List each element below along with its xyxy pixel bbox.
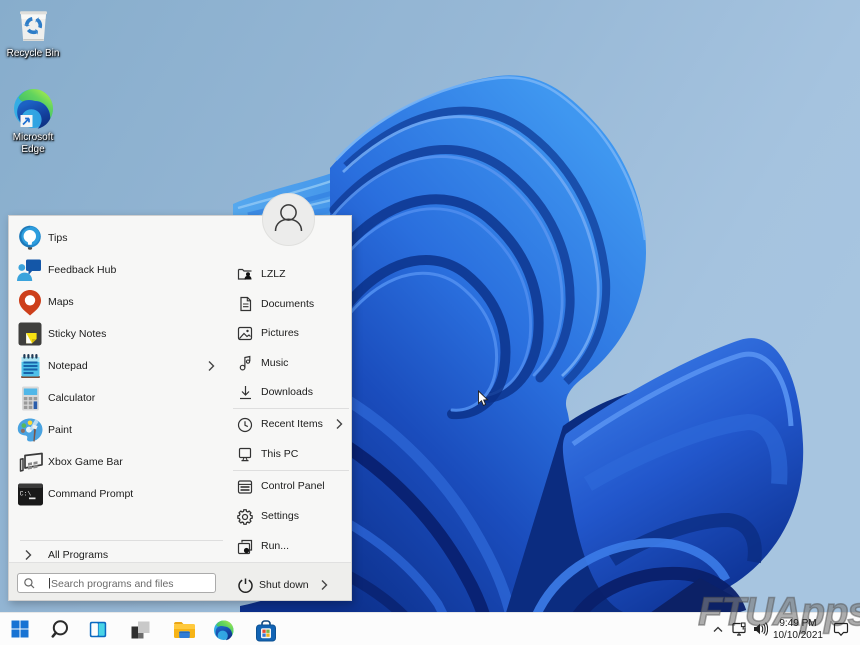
svg-text:C:\: C:\ bbox=[20, 491, 32, 498]
